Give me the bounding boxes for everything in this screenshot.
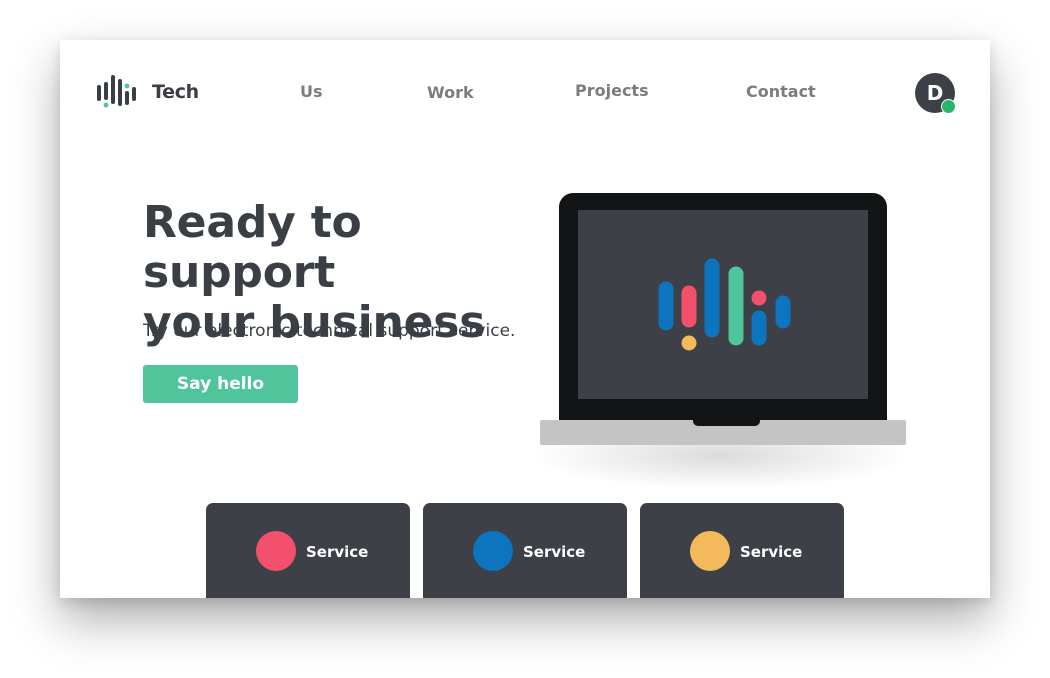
say-hello-button[interactable]: Say hello: [143, 365, 298, 403]
landing-page: Tech Us Work Projects Contact D Ready to…: [60, 40, 990, 598]
soundwave-logo-icon: [97, 75, 136, 108]
hero-subtitle: Try our electronic technical support ser…: [143, 321, 516, 341]
nav-link-work[interactable]: Work: [427, 83, 474, 102]
laptop-notch: [693, 420, 760, 426]
nav-link-us[interactable]: Us: [300, 82, 323, 101]
service-label: Service: [740, 543, 803, 561]
service-circle-icon: [473, 531, 513, 571]
nav-link-contact[interactable]: Contact: [746, 82, 816, 101]
service-circle-icon: [256, 531, 296, 571]
online-status-dot: [941, 99, 956, 114]
service-label: Service: [523, 543, 586, 561]
service-card[interactable]: Service: [206, 503, 410, 598]
service-circle-icon: [690, 531, 730, 571]
soundwave-brand-icon: [658, 258, 791, 351]
service-card[interactable]: Service: [640, 503, 844, 598]
laptop-screen: [578, 210, 868, 399]
service-card[interactable]: Service: [423, 503, 627, 598]
brand-name: Tech: [152, 81, 199, 103]
laptop-illustration: [559, 193, 887, 423]
hero-title-line-1: Ready to support: [143, 197, 362, 298]
service-label: Service: [306, 543, 369, 561]
nav-link-projects[interactable]: Projects: [575, 81, 649, 100]
brand-logo[interactable]: Tech: [96, 74, 199, 110]
